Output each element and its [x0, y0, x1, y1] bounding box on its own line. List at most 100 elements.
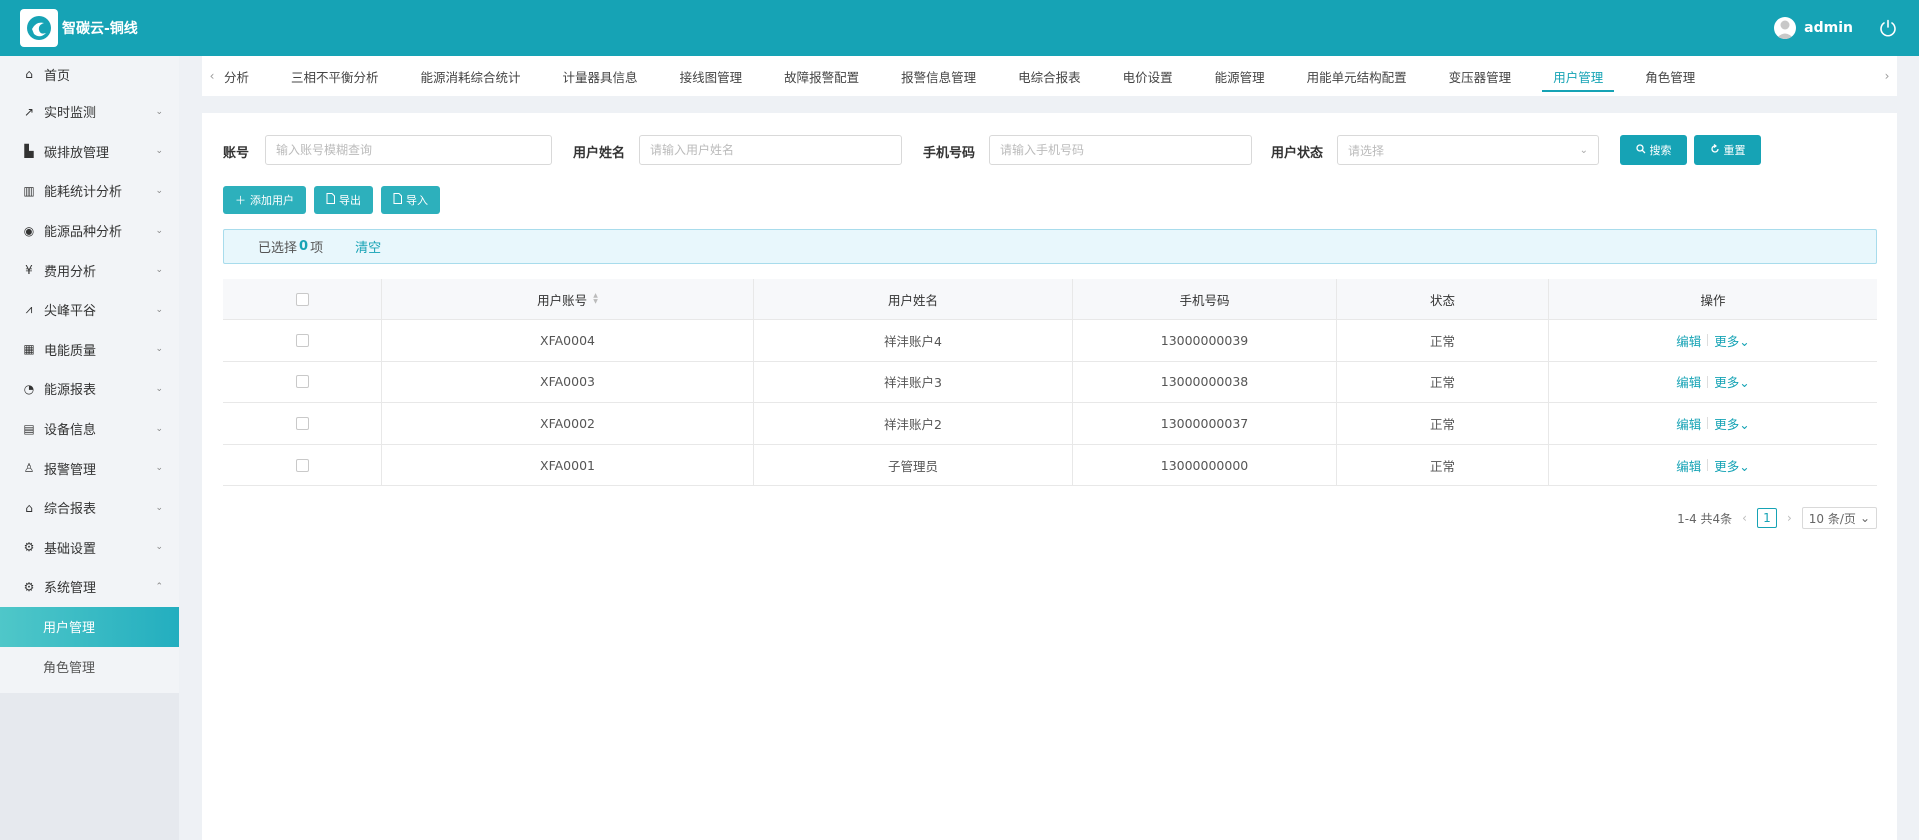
phone-input[interactable]	[989, 135, 1252, 165]
cell-phone: 13000000038	[1073, 361, 1337, 403]
search-form: 账号 用户姓名 手机号码 用户状态 请选择 ⌄ 搜索 重置	[202, 135, 1897, 165]
tab-analysis[interactable]: 分析	[222, 56, 270, 96]
cell-status: 正常	[1337, 361, 1549, 403]
cell-account: XFA0001	[382, 444, 754, 486]
reset-button-label: 重置	[1723, 144, 1746, 157]
more-link[interactable]: 更多⌄	[1714, 456, 1750, 475]
cell-status: 正常	[1337, 444, 1549, 486]
sidebar-item-label: 能源报表	[44, 383, 97, 399]
page-size-select[interactable]: 10 条/页 ⌄	[1801, 507, 1877, 529]
edit-link[interactable]: 编辑	[1676, 414, 1701, 433]
search-button[interactable]: 搜索	[1620, 135, 1687, 165]
user-avatar[interactable]	[1774, 17, 1797, 39]
sidebar-item-realtime-monitor[interactable]: ↗ 实时监测 ⌄	[0, 92, 179, 132]
username[interactable]: admin	[1804, 20, 1853, 36]
sidebar-background	[0, 693, 179, 840]
chevron-down-icon: ⌄	[155, 423, 163, 434]
more-label: 更多	[1714, 458, 1740, 474]
tab-energy-management[interactable]: 能源管理	[1194, 56, 1286, 96]
sidebar-item-alarm-management[interactable]: ♙ 报警管理 ⌄	[0, 448, 179, 488]
tab-scroll-left-icon[interactable]: ‹	[202, 69, 222, 83]
sidebar-item-home[interactable]: ⌂ 首页	[0, 56, 179, 92]
sidebar: ⌂ 首页 ↗ 实时监测 ⌄ ▙ 碳排放管理 ⌄ ▥ 能耗统计分析 ⌄ ◉ 能源品…	[0, 56, 179, 840]
app-logo[interactable]	[20, 9, 58, 47]
tab-energy-consumption-stats[interactable]: 能源消耗综合统计	[400, 56, 542, 96]
tab-wiring-diagram[interactable]: 接线图管理	[659, 56, 764, 96]
sidebar-item-device-info[interactable]: ▤ 设备信息 ⌄	[0, 409, 179, 449]
edit-link[interactable]: 编辑	[1676, 372, 1701, 391]
user-icon	[1776, 20, 1795, 39]
tab-price-settings[interactable]: 电价设置	[1102, 56, 1194, 96]
sidebar-subitem-user-management[interactable]: 用户管理	[0, 606, 179, 647]
selection-count: 0	[299, 239, 309, 254]
sidebar-item-label: 碳排放管理	[44, 145, 110, 161]
status-select[interactable]: 请选择 ⌄	[1337, 135, 1599, 165]
tab-user-management[interactable]: 用户管理	[1532, 56, 1624, 96]
sidebar-item-label: 电能质量	[44, 343, 97, 359]
logout-button[interactable]	[1877, 17, 1899, 39]
header-actions: 操作	[1700, 292, 1726, 308]
header-phone: 手机号码	[1073, 279, 1337, 319]
tab-metering-instruments[interactable]: 计量器具信息	[542, 56, 659, 96]
select-all-checkbox[interactable]	[295, 292, 309, 306]
more-link[interactable]: 更多⌄	[1714, 331, 1750, 350]
row-checkbox[interactable]	[295, 375, 309, 389]
tab-scroll-right-icon[interactable]: ›	[1877, 69, 1897, 83]
tab-alarm-info[interactable]: 报警信息管理	[880, 56, 997, 96]
sidebar-item-energy-report[interactable]: ◔ 能源报表 ⌄	[0, 369, 179, 409]
header-account[interactable]: 用户账号 ▲ ▼	[382, 279, 754, 319]
tab-transformer[interactable]: 变压器管理	[1428, 56, 1533, 96]
sidebar-item-cost-analysis[interactable]: ¥ 费用分析 ⌄	[0, 250, 179, 290]
action-divider	[1707, 334, 1709, 347]
sidebar-subitem-role-management[interactable]: 角色管理	[0, 647, 179, 687]
prev-page-icon[interactable]: ‹	[1742, 511, 1747, 525]
cell-phone: 13000000039	[1073, 320, 1337, 361]
pagination-summary: 1-4 共4条	[1677, 511, 1733, 526]
sidebar-item-power-quality[interactable]: ▦ 电能质量 ⌄	[0, 330, 179, 370]
header-status: 状态	[1337, 279, 1549, 319]
tab-role-management[interactable]: 角色管理	[1624, 56, 1716, 96]
row-checkbox[interactable]	[295, 458, 309, 472]
bank-icon: ⌂	[25, 500, 33, 515]
account-input[interactable]	[265, 135, 552, 165]
edit-link[interactable]: 编辑	[1676, 331, 1701, 350]
sidebar-item-label: 系统管理	[44, 581, 97, 597]
status-label: 用户状态	[1271, 146, 1324, 161]
more-link[interactable]: 更多⌄	[1714, 414, 1750, 433]
reset-button[interactable]: 重置	[1694, 135, 1761, 165]
tab-fault-alarm-config[interactable]: 故障报警配置	[763, 56, 880, 96]
next-page-icon[interactable]: ›	[1787, 511, 1792, 525]
tab-bar: ‹ 分析 三相不平衡分析 能源消耗综合统计 计量器具信息 接线图管理 故障报警配…	[202, 56, 1897, 96]
row-checkbox[interactable]	[295, 333, 309, 347]
trend-icon: ↗	[23, 104, 35, 119]
tab-three-phase-imbalance[interactable]: 三相不平衡分析	[270, 56, 400, 96]
sidebar-item-label: 综合报表	[44, 502, 97, 518]
sidebar-item-peak-valley[interactable]: ⩘ 尖峰平谷 ⌄	[0, 290, 179, 330]
tab-electric-report[interactable]: 电综合报表	[997, 56, 1102, 96]
tab-energy-unit-structure[interactable]: 用能单元结构配置	[1286, 56, 1428, 96]
sidebar-item-comprehensive-report[interactable]: ⌂ 综合报表 ⌄	[0, 488, 179, 528]
chevron-down-icon: ⌄	[1859, 511, 1870, 525]
row-checkbox[interactable]	[295, 416, 309, 430]
page-number-current[interactable]: 1	[1756, 508, 1777, 528]
cell-name: 祥沣账户2	[754, 403, 1073, 444]
more-link[interactable]: 更多⌄	[1714, 372, 1750, 391]
signal-icon: ◉	[23, 223, 35, 238]
sidebar-item-energy-statistics[interactable]: ▥ 能耗统计分析 ⌄	[0, 171, 179, 211]
clear-selection-link[interactable]: 清空	[355, 237, 381, 256]
more-label: 更多	[1714, 416, 1740, 432]
sort-icon[interactable]: ▲ ▼	[593, 293, 598, 305]
sidebar-item-energy-variety[interactable]: ◉ 能源品种分析 ⌄	[0, 211, 179, 251]
sidebar-item-basic-settings[interactable]: ⚙ 基础设置 ⌄	[0, 528, 179, 568]
action-divider	[1707, 375, 1709, 388]
yen-icon: ¥	[25, 263, 33, 278]
export-button[interactable]: 导出	[314, 186, 373, 214]
status-select-placeholder: 请选择	[1348, 143, 1385, 158]
name-input[interactable]	[639, 135, 902, 165]
sidebar-item-system-management[interactable]: ⚙ 系统管理 ⌃	[0, 567, 179, 607]
import-button[interactable]: 导入	[381, 186, 440, 214]
edit-link[interactable]: 编辑	[1676, 456, 1701, 475]
add-user-button[interactable]: ＋ 添加用户	[223, 186, 306, 214]
cell-actions: 编辑 更多⌄	[1549, 320, 1877, 361]
sidebar-item-carbon-emission[interactable]: ▙ 碳排放管理 ⌄	[0, 132, 179, 172]
